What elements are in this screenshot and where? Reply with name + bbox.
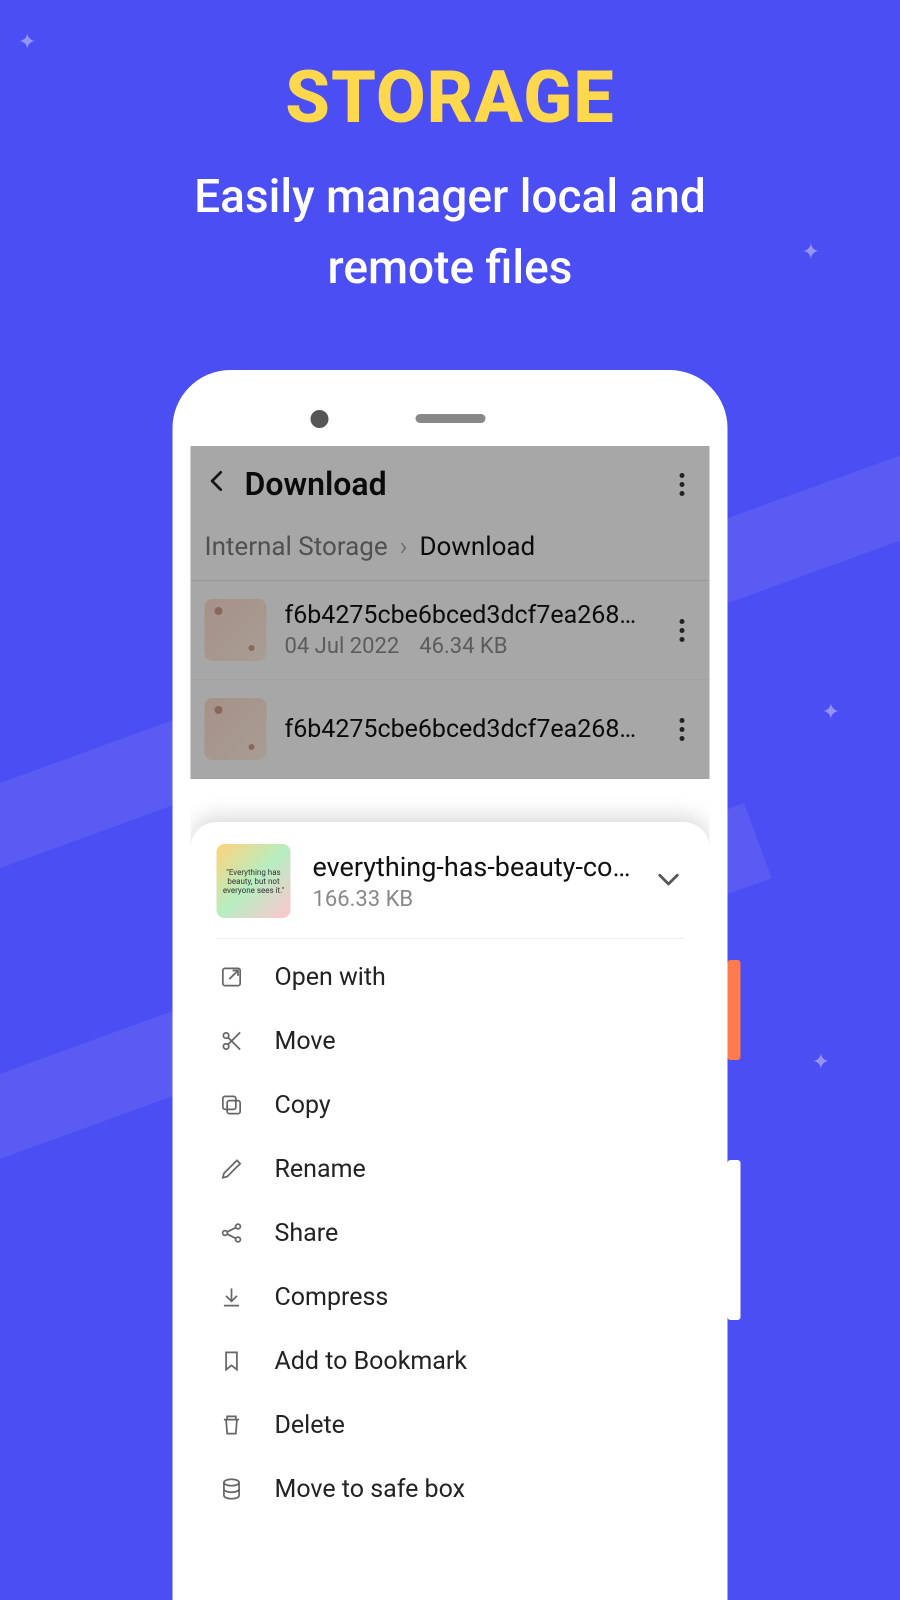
file-name: f6b4275cbe6bced3dcf7ea2688... bbox=[285, 601, 650, 630]
overflow-menu-icon[interactable] bbox=[668, 473, 696, 496]
scissors-icon bbox=[217, 1028, 247, 1054]
action-delete[interactable]: Delete bbox=[217, 1393, 684, 1457]
open-with-icon bbox=[217, 964, 247, 990]
app-background: Download Internal Storage › Download f6b… bbox=[191, 446, 710, 779]
sheet-thumbnail: "Everything has beauty, but not everyone… bbox=[217, 844, 291, 918]
file-date: 04 Jul 2022 bbox=[285, 634, 400, 659]
action-open-with[interactable]: Open with bbox=[217, 945, 684, 1009]
action-label: Copy bbox=[275, 1091, 331, 1120]
action-copy[interactable]: Copy bbox=[217, 1073, 684, 1137]
back-icon[interactable] bbox=[205, 467, 231, 502]
sheet-header[interactable]: "Everything has beauty, but not everyone… bbox=[217, 844, 684, 939]
breadcrumb-current: Download bbox=[419, 532, 535, 562]
file-list: f6b4275cbe6bced3dcf7ea2688... 04 Jul 202… bbox=[191, 580, 710, 779]
chevron-down-icon[interactable] bbox=[654, 864, 684, 898]
trash-icon bbox=[217, 1412, 247, 1438]
speaker-slot bbox=[415, 414, 485, 423]
action-rename[interactable]: Rename bbox=[217, 1137, 684, 1201]
bottom-sheet: "Everything has beauty, but not everyone… bbox=[191, 822, 710, 1582]
action-share[interactable]: Share bbox=[217, 1201, 684, 1265]
sheet-file-name: everything-has-beauty-co... bbox=[313, 851, 632, 883]
file-size: 46.34 KB bbox=[419, 634, 507, 659]
file-row[interactable]: f6b4275cbe6bced3dcf7ea2688... bbox=[191, 680, 710, 779]
action-label: Share bbox=[275, 1219, 339, 1248]
sparkle-icon: ✦ bbox=[822, 700, 840, 725]
side-button bbox=[728, 960, 741, 1060]
bookmark-icon bbox=[217, 1348, 247, 1374]
promo-subhead-line: Easily manager local and bbox=[194, 170, 706, 224]
page-title: Download bbox=[245, 465, 387, 503]
camera-dot bbox=[311, 410, 329, 428]
breadcrumb-root[interactable]: Internal Storage bbox=[205, 532, 388, 562]
file-name: f6b4275cbe6bced3dcf7ea2688... bbox=[285, 715, 650, 744]
sheet-file-size: 166.33 KB bbox=[313, 887, 632, 912]
share-icon bbox=[217, 1220, 247, 1246]
action-label: Rename bbox=[275, 1155, 366, 1184]
file-overflow-icon[interactable] bbox=[668, 718, 696, 741]
action-label: Compress bbox=[275, 1283, 389, 1312]
action-label: Move bbox=[275, 1027, 336, 1056]
action-safebox[interactable]: Move to safe box bbox=[217, 1457, 684, 1521]
file-overflow-icon[interactable] bbox=[668, 619, 696, 642]
action-label: Move to safe box bbox=[275, 1475, 466, 1504]
sparkle-icon: ✦ bbox=[18, 30, 36, 55]
breadcrumb[interactable]: Internal Storage › Download bbox=[191, 522, 710, 580]
promo-subhead: Easily manager local and remote files bbox=[0, 162, 900, 305]
action-move[interactable]: Move bbox=[217, 1009, 684, 1073]
action-bookmark[interactable]: Add to Bookmark bbox=[217, 1329, 684, 1393]
phone-frame: Download Internal Storage › Download f6b… bbox=[173, 370, 728, 1600]
download-icon bbox=[217, 1284, 247, 1310]
app-header: Download bbox=[191, 446, 710, 522]
side-button bbox=[728, 1160, 741, 1320]
promo-subhead-line: remote files bbox=[328, 241, 573, 295]
promo-headline: STORAGE bbox=[0, 0, 900, 140]
action-label: Add to Bookmark bbox=[275, 1347, 468, 1376]
action-list: Open with Move Copy bbox=[217, 939, 684, 1521]
safebox-icon bbox=[217, 1476, 247, 1502]
thumb-caption: "Everything has beauty, but not everyone… bbox=[221, 868, 287, 895]
pencil-icon bbox=[217, 1156, 247, 1182]
action-label: Delete bbox=[275, 1411, 345, 1440]
file-thumbnail bbox=[205, 698, 267, 760]
action-label: Open with bbox=[275, 963, 386, 992]
sparkle-icon: ✦ bbox=[802, 240, 820, 265]
sparkle-icon: ✦ bbox=[812, 1050, 830, 1075]
chevron-right-icon: › bbox=[400, 532, 408, 562]
copy-icon bbox=[217, 1092, 247, 1118]
action-compress[interactable]: Compress bbox=[217, 1265, 684, 1329]
file-row[interactable]: f6b4275cbe6bced3dcf7ea2688... 04 Jul 202… bbox=[191, 581, 710, 680]
phone-screen: Download Internal Storage › Download f6b… bbox=[191, 446, 710, 1582]
file-thumbnail bbox=[205, 599, 267, 661]
